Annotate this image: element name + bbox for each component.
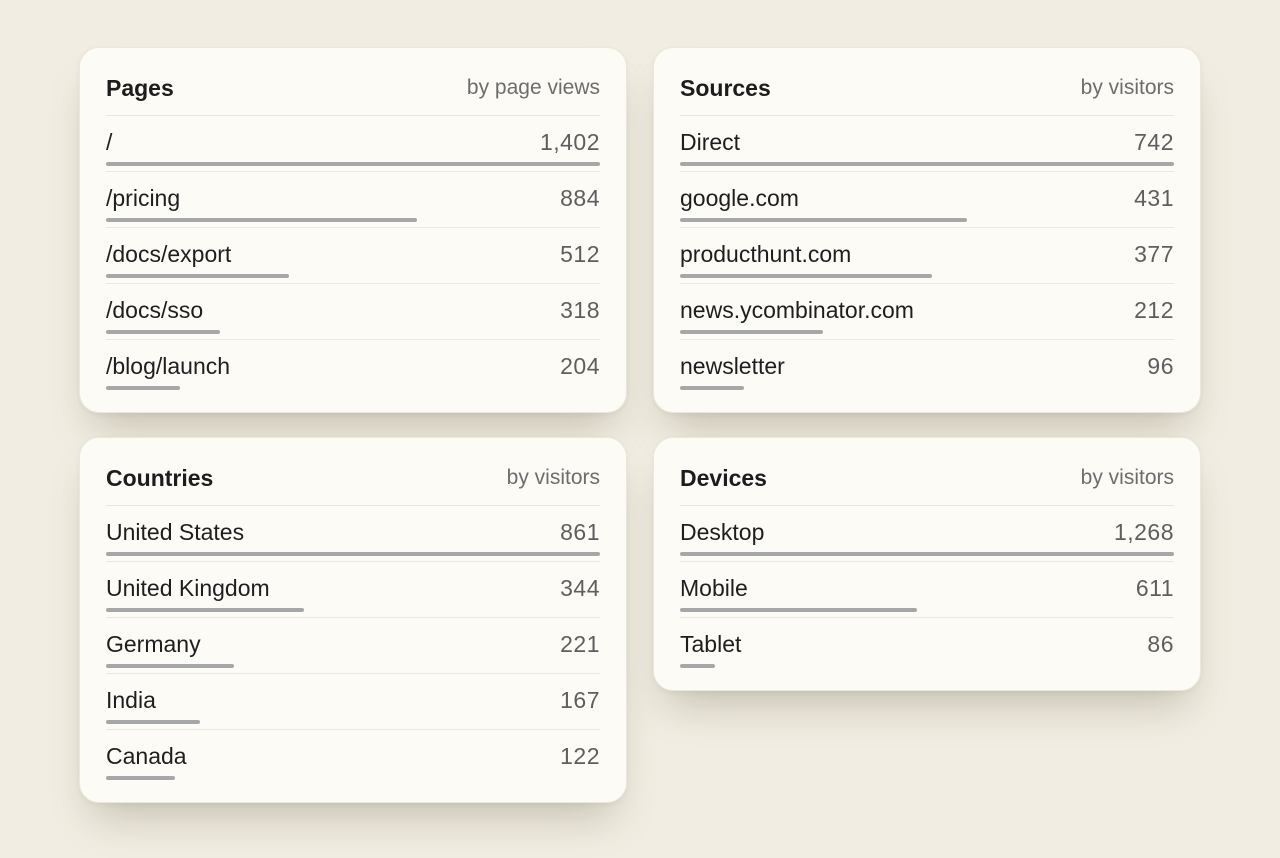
row-value: 377 (1134, 241, 1174, 267)
row-list: / 1,402 /pricing 884 /docs/export 512 /d… (106, 116, 600, 396)
row-label: Germany (106, 631, 201, 657)
row-value: 86 (1147, 631, 1174, 657)
card-title: Countries (106, 464, 214, 491)
list-item[interactable]: Desktop 1,268 (680, 506, 1174, 562)
bar-fill (106, 330, 220, 334)
bar-fill (106, 720, 200, 724)
bar-fill (680, 664, 715, 668)
devices-card: Devices by visitors Desktop 1,268 Mobile… (653, 437, 1201, 691)
row-label: newsletter (680, 353, 785, 379)
row-label: /docs/sso (106, 297, 204, 323)
card-title: Devices (680, 464, 767, 491)
list-item[interactable]: /docs/export 512 (106, 228, 600, 284)
row-label: Canada (106, 743, 187, 769)
list-item[interactable]: news.ycombinator.com 212 (680, 284, 1174, 340)
bar-fill (106, 162, 600, 166)
row-label: Mobile (680, 575, 748, 601)
row-label: United Kingdom (106, 575, 270, 601)
card-header: Countries by visitors (106, 460, 600, 506)
pages-card: Pages by page views / 1,402 /pricing 884… (79, 47, 627, 413)
row-value: 512 (560, 241, 600, 267)
row-label: Tablet (680, 631, 742, 657)
card-header: Devices by visitors (680, 460, 1174, 506)
card-subtitle: by page views (466, 76, 600, 99)
row-value: 344 (560, 575, 600, 601)
list-item[interactable]: producthunt.com 377 (680, 228, 1174, 284)
row-list: Direct 742 google.com 431 producthunt.co… (680, 116, 1174, 396)
row-label: Direct (680, 129, 741, 155)
list-item[interactable]: Mobile 611 (680, 562, 1174, 618)
row-value: 167 (560, 687, 600, 713)
bar-fill (106, 274, 289, 278)
row-value: 204 (560, 353, 600, 379)
row-label: /blog/launch (106, 353, 231, 379)
row-value: 212 (1134, 297, 1174, 323)
row-value: 611 (1135, 575, 1174, 601)
bar-fill (680, 552, 1174, 556)
row-label: United States (106, 519, 245, 545)
list-item[interactable]: United States 861 (106, 506, 600, 562)
row-value: 318 (560, 297, 600, 323)
list-item[interactable]: Canada 122 (106, 730, 600, 786)
card-subtitle: by visitors (1080, 466, 1174, 489)
row-value: 221 (560, 631, 600, 657)
row-label: /pricing (106, 185, 181, 211)
bar-fill (106, 608, 304, 612)
bar-fill (106, 552, 600, 556)
list-item[interactable]: google.com 431 (680, 172, 1174, 228)
row-list: Desktop 1,268 Mobile 611 Tablet 86 (680, 506, 1174, 674)
row-value: 884 (560, 185, 600, 211)
list-item[interactable]: Germany 221 (106, 618, 600, 674)
list-item[interactable]: /docs/sso 318 (106, 284, 600, 340)
list-item[interactable]: /blog/launch 204 (106, 340, 600, 396)
bar-fill (106, 386, 181, 390)
row-value: 122 (560, 743, 600, 769)
row-list: United States 861 United Kingdom 344 Ger… (106, 506, 600, 786)
bar-fill (680, 218, 967, 222)
bar-fill (106, 664, 235, 668)
bar-fill (680, 386, 745, 390)
row-label: / (106, 129, 113, 155)
bar-fill (106, 218, 418, 222)
card-title: Sources (680, 74, 771, 101)
list-item[interactable]: United Kingdom 344 (106, 562, 600, 618)
sources-card: Sources by visitors Direct 742 google.co… (653, 47, 1201, 413)
list-item[interactable]: India 167 (106, 674, 600, 730)
bar-fill (680, 274, 932, 278)
row-label: news.ycombinator.com (680, 297, 914, 323)
row-label: India (106, 687, 156, 713)
card-header: Sources by visitors (680, 70, 1174, 116)
countries-card: Countries by visitors United States 861 … (79, 437, 627, 803)
list-item[interactable]: / 1,402 (106, 116, 600, 172)
card-header: Pages by page views (106, 70, 600, 116)
list-item[interactable]: /pricing 884 (106, 172, 600, 228)
list-item[interactable]: Direct 742 (680, 116, 1174, 172)
list-item[interactable]: newsletter 96 (680, 340, 1174, 396)
row-value: 96 (1147, 353, 1174, 379)
row-value: 431 (1134, 185, 1174, 211)
row-label: google.com (680, 185, 799, 211)
bar-fill (680, 330, 824, 334)
bar-fill (680, 162, 1174, 166)
list-item[interactable]: Tablet 86 (680, 618, 1174, 674)
card-subtitle: by visitors (1080, 76, 1174, 99)
row-value: 742 (1134, 129, 1174, 155)
bar-fill (680, 608, 918, 612)
row-value: 1,402 (539, 129, 600, 155)
row-label: /docs/export (106, 241, 232, 267)
card-title: Pages (106, 74, 174, 101)
row-value: 1,268 (1113, 519, 1174, 545)
bar-fill (106, 776, 176, 780)
row-label: producthunt.com (680, 241, 852, 267)
row-label: Desktop (680, 519, 765, 545)
row-value: 861 (560, 519, 600, 545)
card-subtitle: by visitors (506, 466, 600, 489)
